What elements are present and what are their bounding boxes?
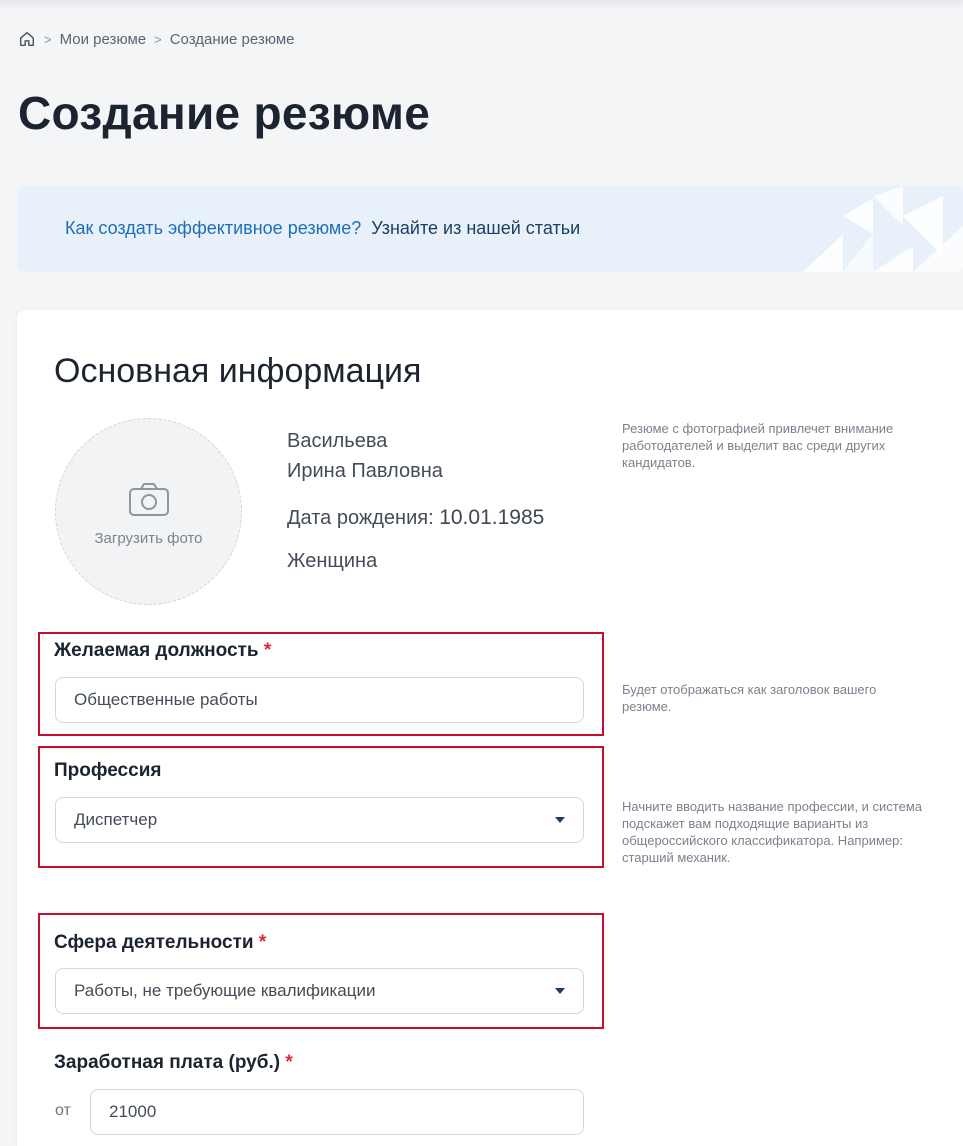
birth-date-value: 10.01.1985 <box>439 506 545 529</box>
position-hint: Будет отображаться как заголовок вашего … <box>622 682 877 714</box>
banner-decoration <box>803 186 963 272</box>
salary-input-value: 21000 <box>109 1102 157 1121</box>
profession-hint: Начните вводить название профессии, и си… <box>622 799 923 865</box>
profession-select[interactable]: Диспетчер <box>55 797 584 843</box>
birth-date: Дата рождения: 10.01.1985 <box>287 506 544 530</box>
sphere-select[interactable]: Работы, не требующие квалификации <box>55 968 584 1014</box>
salary-from-label: от <box>55 1102 71 1119</box>
breadcrumb-my-resumes[interactable]: Мои резюме <box>60 31 147 48</box>
person-gender: Женщина <box>287 550 378 572</box>
article-banner[interactable]: Как создать эффективное резюме? Узнайте … <box>17 186 963 272</box>
home-icon[interactable] <box>18 30 36 48</box>
position-input[interactable]: Общественные работы <box>55 677 584 723</box>
photo-hint: Резюме с фотографией привлечет внимание … <box>622 421 894 470</box>
person-info: Васильева Ирина Павловна Дата рождения: … <box>287 426 544 573</box>
person-first-middle-name: Ирина Павловна <box>287 460 443 482</box>
sphere-field-label: Сфера деятельности * <box>54 932 266 954</box>
breadcrumb: > Мои резюме > Создание резюме <box>18 30 295 48</box>
chevron-down-icon <box>555 817 565 823</box>
breadcrumb-separator: > <box>154 31 162 47</box>
required-mark: * <box>263 640 272 661</box>
profession-label-text: Профессия <box>54 760 162 781</box>
banner-link[interactable]: Как создать эффективное резюме? <box>65 218 361 238</box>
position-field-label: Желаемая должность * <box>54 640 271 662</box>
profession-select-value: Диспетчер <box>74 810 158 829</box>
breadcrumb-separator: > <box>44 31 52 47</box>
banner-subtext: Узнайте из нашей статьи <box>371 218 581 238</box>
sphere-select-value: Работы, не требующие квалификации <box>74 981 376 1000</box>
page-title: Создание резюме <box>18 87 431 139</box>
section-title: Основная информация <box>54 352 422 390</box>
sphere-label-text: Сфера деятельности <box>54 932 254 953</box>
banner-text[interactable]: Как создать эффективное резюме? Узнайте … <box>65 218 580 239</box>
required-mark: * <box>258 932 267 953</box>
breadcrumb-current: Создание резюме <box>169 30 295 48</box>
salary-field-label: Заработная плата (руб.) * <box>54 1052 293 1074</box>
upload-photo-label: Загрузить фото <box>94 530 203 547</box>
upload-photo-button[interactable]: Загрузить фото <box>55 418 242 605</box>
position-input-value: Общественные работы <box>74 690 258 709</box>
chevron-down-icon <box>555 988 565 994</box>
position-label-text: Желаемая должность <box>54 640 259 661</box>
profession-field-label: Профессия <box>54 760 161 782</box>
birth-date-label: Дата рождения: <box>287 507 434 529</box>
salary-label-text: Заработная плата (руб.) <box>54 1052 281 1073</box>
required-mark: * <box>285 1052 293 1073</box>
salary-input[interactable]: 21000 <box>90 1089 584 1135</box>
person-last-name: Васильева <box>287 430 388 452</box>
top-shadow <box>0 0 963 10</box>
camera-icon <box>128 483 169 516</box>
